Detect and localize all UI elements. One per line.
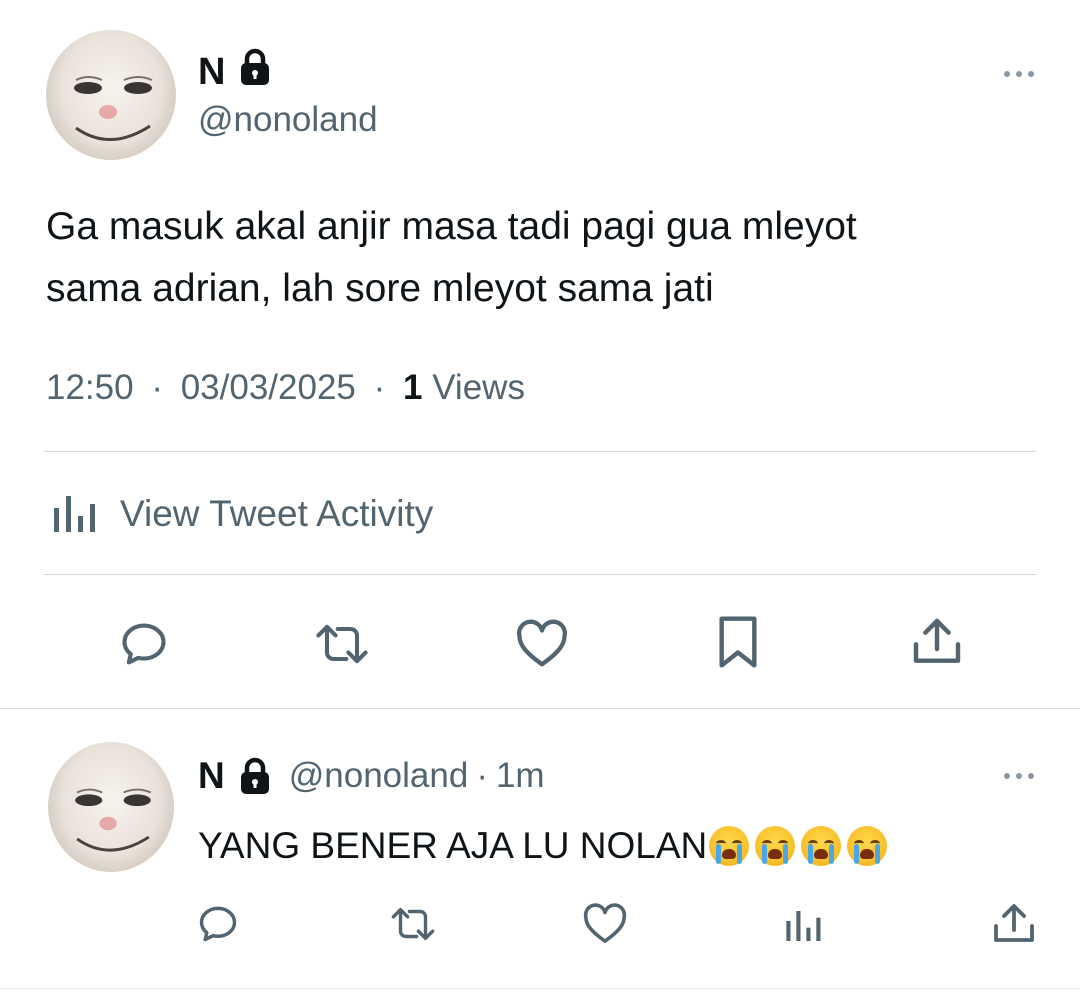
tweet-text-line-1: Ga masuk akal anjir masa tadi pagi gua m… (46, 205, 857, 248)
view-tweet-activity-link[interactable]: View Tweet Activity (50, 488, 433, 540)
retweet-icon (391, 908, 435, 940)
meta-separator: · (151, 368, 163, 407)
tweet-meta: 12:50 · 03/03/2025 · 1 Views (46, 368, 525, 408)
tweet-text-line-2: sama adrian, lah sore mleyot sama jati (46, 267, 714, 310)
reply-retweet-button[interactable] (386, 900, 440, 948)
more-icon[interactable] (1000, 766, 1038, 786)
analytics-icon (786, 911, 821, 941)
views-label: Views (432, 368, 525, 407)
reply-like-button[interactable] (580, 900, 630, 948)
reply-display-name[interactable]: N (198, 755, 225, 797)
reply-share-button[interactable] (988, 898, 1040, 950)
lock-icon (239, 48, 271, 96)
views-count: 1 (403, 368, 423, 407)
divider (44, 574, 1036, 575)
more-icon[interactable] (1000, 64, 1038, 84)
bookmark-button[interactable] (708, 612, 768, 672)
reply-separator: · (476, 756, 488, 795)
reply-avatar[interactable] (48, 742, 174, 872)
author-name-row: N (198, 48, 271, 96)
reply-reply-button[interactable] (194, 900, 242, 948)
divider (44, 451, 1036, 452)
author-handle[interactable]: @nonoland (198, 100, 378, 140)
bookmark-icon (719, 616, 757, 668)
bottom-divider (0, 988, 1080, 989)
retweet-button[interactable] (310, 614, 374, 674)
section-divider (0, 708, 1080, 709)
main-avatar[interactable] (46, 30, 176, 160)
like-icon (517, 619, 567, 667)
view-tweet-activity-label: View Tweet Activity (120, 493, 434, 534)
crying-emoji-icon (709, 826, 750, 866)
retweet-icon (316, 624, 368, 664)
tweet-date[interactable]: 03/03/2025 (181, 368, 356, 407)
reply-text: YANG BENER AJA LU NOLAN (198, 825, 708, 866)
share-button[interactable] (906, 612, 968, 672)
reply-icon (199, 906, 237, 942)
tweet-text: Ga masuk akal anjir masa tadi pagi gua m… (46, 196, 857, 320)
share-icon (913, 618, 961, 663)
crying-emoji-icon (755, 826, 796, 866)
crying-emoji-icon (801, 826, 842, 866)
reply-text-row: YANG BENER AJA LU NOLAN (198, 822, 888, 870)
analytics-icon (50, 494, 98, 534)
meta-separator: · (373, 368, 386, 407)
lock-icon (239, 757, 271, 795)
crying-emoji-icon (847, 826, 888, 866)
reply-header: N @nonoland · 1m (198, 752, 545, 800)
share-icon (994, 904, 1034, 942)
cat-face-icon (74, 76, 153, 141)
reply-analytics-button[interactable] (778, 902, 828, 950)
cat-face-icon (75, 788, 152, 852)
reply-handle[interactable]: @nonoland (289, 756, 469, 796)
tweet-time[interactable]: 12:50 (46, 368, 134, 407)
reply-button[interactable] (114, 614, 174, 674)
reply-age[interactable]: 1m (496, 756, 545, 796)
author-display-name[interactable]: N (198, 51, 225, 94)
like-icon (583, 903, 627, 943)
like-button[interactable] (512, 614, 572, 674)
reply-icon (122, 623, 166, 665)
